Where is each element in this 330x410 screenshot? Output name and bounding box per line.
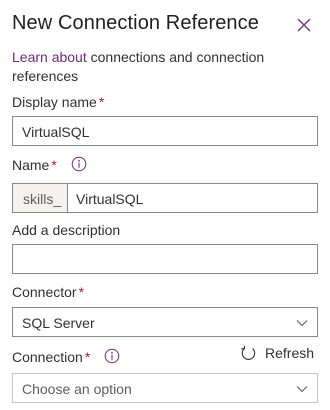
display-name-value: VirtualSQL [22, 124, 90, 140]
name-value: VirtualSQL [76, 191, 144, 207]
name-prefix: skills_ [13, 184, 68, 212]
name-prefix-text: skills_ [23, 191, 62, 207]
info-icon[interactable] [104, 348, 120, 364]
connector-dropdown[interactable]: SQL Server [12, 307, 318, 337]
display-name-input[interactable]: VirtualSQL [12, 116, 318, 146]
close-icon [297, 18, 311, 32]
required-marker: * [51, 157, 57, 173]
display-name-label: Display name * [12, 94, 104, 110]
description-label: Add a description [12, 222, 120, 238]
panel-title: New Connection Reference [12, 12, 259, 34]
connection-dropdown[interactable]: Choose an option [12, 373, 318, 403]
connection-label-text: Connection [12, 349, 83, 365]
new-connection-reference-panel: New Connection Reference Learn about con… [0, 0, 330, 410]
intro-text: Learn about connections and connection r… [12, 48, 312, 86]
connection-label: Connection * [12, 348, 120, 366]
required-marker: * [98, 94, 105, 110]
refresh-label: Refresh [265, 345, 315, 361]
refresh-icon [241, 345, 256, 360]
display-name-label-text: Display name [12, 94, 97, 110]
required-marker: * [78, 284, 85, 300]
description-label-text: Add a description [12, 222, 121, 238]
connector-label: Connector * [12, 284, 84, 300]
name-label: Name * [12, 156, 87, 174]
close-button[interactable] [294, 15, 314, 35]
chevron-down-icon [296, 320, 308, 327]
description-input[interactable] [12, 244, 318, 274]
connector-label-text: Connector [12, 284, 77, 300]
name-input[interactable]: skills_ VirtualSQL [12, 183, 318, 213]
learn-about-link[interactable]: Learn about [12, 49, 87, 65]
required-marker: * [84, 349, 91, 365]
info-icon[interactable] [71, 156, 87, 172]
chevron-down-icon [296, 386, 308, 393]
connector-value: SQL Server [22, 315, 95, 331]
connection-placeholder: Choose an option [22, 381, 132, 397]
name-label-text: Name [12, 157, 50, 173]
refresh-button[interactable]: Refresh [240, 345, 314, 363]
